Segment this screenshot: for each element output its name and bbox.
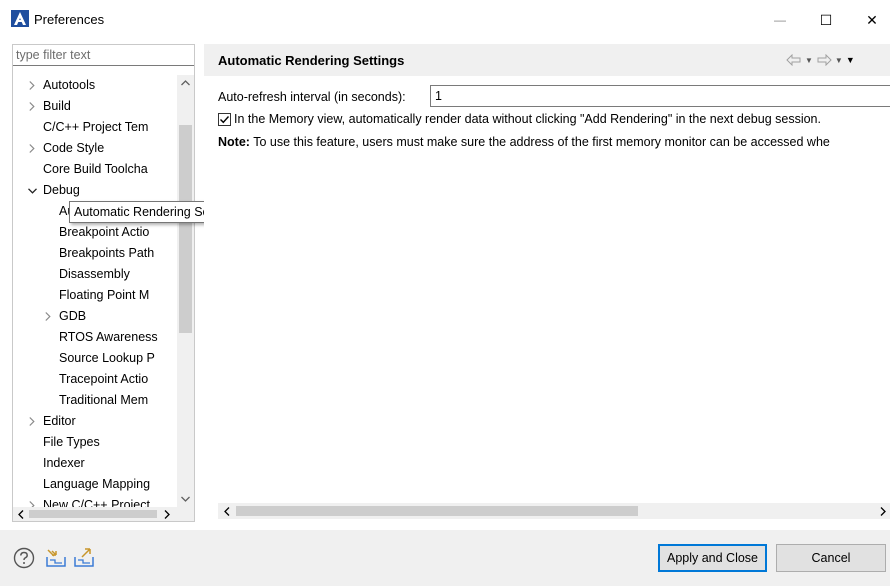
page-horizontal-scrollbar[interactable] bbox=[218, 503, 890, 519]
page-header: Automatic Rendering Settings ▼ ▼ ▼ bbox=[204, 44, 890, 76]
tree-vertical-scrollbar[interactable] bbox=[177, 75, 194, 507]
tree-item[interactable]: File Types bbox=[13, 432, 177, 453]
forward-arrow-icon[interactable] bbox=[816, 54, 832, 66]
filter-input[interactable] bbox=[13, 45, 194, 66]
tree-item[interactable]: Floating Point M bbox=[13, 285, 177, 306]
title-bar: Preferences — ☐ ✕ bbox=[0, 0, 890, 40]
tree-item[interactable]: Source Lookup P bbox=[13, 348, 177, 369]
tree-item-label: Build bbox=[43, 99, 71, 113]
chevron-right-icon[interactable] bbox=[26, 138, 38, 159]
auto-render-option[interactable]: In the Memory view, automatically render… bbox=[218, 112, 821, 126]
dialog-button-bar: Apply and Close Cancel bbox=[0, 530, 890, 586]
auto-render-checkbox[interactable] bbox=[218, 112, 231, 126]
scroll-down-icon[interactable] bbox=[177, 491, 194, 507]
chevron-right-icon[interactable] bbox=[42, 306, 54, 327]
tree-item[interactable]: Core Build Toolcha bbox=[13, 159, 177, 180]
back-dropdown-icon[interactable]: ▼ bbox=[805, 56, 813, 65]
cancel-button[interactable]: Cancel bbox=[776, 544, 886, 572]
import-icon[interactable] bbox=[45, 548, 67, 568]
page-hscroll-thumb[interactable] bbox=[236, 506, 638, 516]
window-title: Preferences bbox=[34, 12, 105, 27]
tree-item-label: RTOS Awareness bbox=[59, 330, 158, 344]
tree-horizontal-scrollbar[interactable] bbox=[13, 507, 194, 521]
tree-item[interactable]: RTOS Awareness bbox=[13, 327, 177, 348]
tree-hscroll-thumb[interactable] bbox=[29, 510, 157, 518]
tree-item[interactable]: Traditional Mem bbox=[13, 390, 177, 411]
preference-tree: Autotools Build C/C++ Project Tem Code Styl… bbox=[13, 75, 177, 507]
tree-item-label: Language Mapping bbox=[43, 477, 151, 491]
tree-item-label: C/C++ Project Tem bbox=[43, 120, 149, 134]
tree-item-label: Breakpoints Path bbox=[59, 246, 155, 260]
tree-item-label: Core Build Toolcha bbox=[43, 162, 148, 176]
page-title: Automatic Rendering Settings bbox=[218, 53, 405, 68]
note-text: Note: To use this feature, users must ma… bbox=[218, 135, 830, 149]
tree-item-label: Code Style bbox=[43, 141, 105, 155]
tree-item-label: Floating Point M bbox=[59, 288, 150, 302]
apply-and-close-button[interactable]: Apply and Close bbox=[658, 544, 767, 572]
tree-item[interactable]: Code Style bbox=[13, 138, 177, 159]
page-scroll-left-icon[interactable] bbox=[220, 503, 234, 519]
page-scroll-right-icon[interactable] bbox=[876, 503, 890, 519]
help-icon[interactable] bbox=[13, 547, 35, 569]
scroll-left-icon[interactable] bbox=[15, 507, 27, 521]
close-icon: ✕ bbox=[866, 11, 878, 28]
tree-item[interactable]: Editor bbox=[13, 411, 177, 432]
minimize-icon: — bbox=[774, 13, 786, 27]
export-icon[interactable] bbox=[73, 547, 95, 568]
chevron-right-icon[interactable] bbox=[26, 495, 38, 507]
preference-page: Automatic Rendering Settings ▼ ▼ ▼ Auto-… bbox=[204, 44, 890, 522]
refresh-interval-label: Auto-refresh interval (in seconds): bbox=[218, 90, 406, 104]
tree-item-label: Breakpoint Actio bbox=[59, 225, 150, 239]
minimize-button[interactable]: — bbox=[760, 8, 800, 32]
tree-item[interactable]: Language Mapping bbox=[13, 474, 177, 495]
maximize-icon: ☐ bbox=[819, 11, 833, 28]
auto-render-label: In the Memory view, automatically render… bbox=[234, 112, 821, 126]
forward-dropdown-icon[interactable]: ▼ bbox=[835, 56, 843, 65]
tree-item[interactable]: Tracepoint Actio bbox=[13, 369, 177, 390]
tree-item[interactable]: Breakpoint Actio bbox=[13, 222, 177, 243]
page-navigation: ▼ ▼ ▼ bbox=[786, 50, 855, 70]
preference-tree-panel: Autotools Build C/C++ Project Tem Code Styl… bbox=[12, 44, 195, 522]
tree-item-label: Editor bbox=[43, 414, 76, 428]
tree-item[interactable]: Breakpoints Path bbox=[13, 243, 177, 264]
tree-item[interactable]: New C/C++ Project bbox=[13, 495, 177, 507]
close-button[interactable]: ✕ bbox=[852, 8, 890, 32]
tree-item[interactable]: GDB bbox=[13, 306, 177, 327]
tree-item[interactable]: Disassembly bbox=[13, 264, 177, 285]
tree-item-label: New C/C++ Project bbox=[43, 498, 150, 507]
tree-item-label: Debug bbox=[43, 183, 80, 197]
refresh-interval-input[interactable] bbox=[430, 85, 890, 107]
chevron-right-icon[interactable] bbox=[26, 75, 38, 96]
maximize-button[interactable]: ☐ bbox=[806, 8, 846, 32]
scroll-up-icon[interactable] bbox=[177, 75, 194, 91]
tree-item-label: Disassembly bbox=[59, 267, 130, 281]
tree-item[interactable]: Build bbox=[13, 96, 177, 117]
tree-item[interactable]: Indexer bbox=[13, 453, 177, 474]
tree-item[interactable]: Autotools bbox=[13, 75, 177, 96]
app-logo-icon bbox=[11, 10, 29, 27]
scroll-right-icon[interactable] bbox=[161, 507, 173, 521]
view-menu-icon[interactable]: ▼ bbox=[846, 55, 855, 65]
chevron-down-icon[interactable] bbox=[26, 180, 38, 201]
chevron-right-icon[interactable] bbox=[26, 96, 38, 117]
chevron-right-icon[interactable] bbox=[26, 411, 38, 432]
tree-item-label: Indexer bbox=[43, 456, 85, 470]
checkmark-icon bbox=[220, 115, 230, 123]
tree-item-label: Tracepoint Actio bbox=[59, 372, 149, 386]
back-arrow-icon[interactable] bbox=[786, 54, 802, 66]
tree-item-label: Autotools bbox=[43, 78, 96, 92]
tree-item-label: File Types bbox=[43, 435, 100, 449]
tree-item[interactable]: Debug bbox=[13, 180, 177, 201]
note-body: To use this feature, users must make sur… bbox=[249, 135, 830, 149]
tree-scroll-thumb[interactable] bbox=[179, 125, 192, 333]
note-heading: Note: bbox=[218, 135, 250, 149]
tree-item[interactable]: C/C++ Project Tem bbox=[13, 117, 177, 138]
tree-item-label: Traditional Mem bbox=[59, 393, 149, 407]
tree-item-label: GDB bbox=[59, 309, 87, 323]
tree-item-label: Source Lookup P bbox=[59, 351, 155, 365]
